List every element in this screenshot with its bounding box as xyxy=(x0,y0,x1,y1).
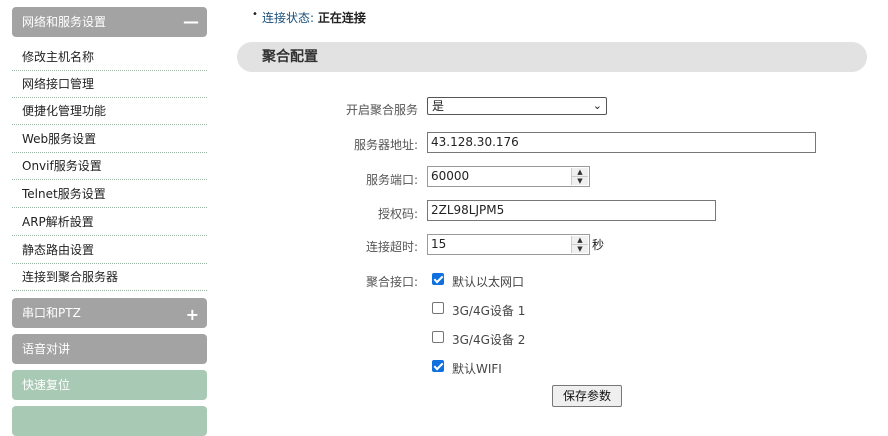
chevron-down-icon: ⌄ xyxy=(592,99,602,112)
service-port-stepper[interactable]: 60000 ▲ ▼ xyxy=(427,166,590,187)
timeout-stepper[interactable]: 15 ▲ ▼ xyxy=(427,234,590,255)
server-address-input[interactable]: 43.128.30.176 xyxy=(427,132,816,153)
connection-status: • 连接状态: 正在连接 xyxy=(252,9,366,26)
sidebar-item-label: 网络接口管理 xyxy=(22,77,95,91)
stepper-down-icon[interactable]: ▼ xyxy=(572,177,588,185)
sidebar-group-reset-label: 快速复位 xyxy=(22,378,71,392)
checkbox-4g-1[interactable] xyxy=(432,302,444,314)
sidebar-item-label: Onvif服务设置 xyxy=(22,159,102,173)
sidebar-item-network-interface[interactable]: 网络接口管理 xyxy=(12,71,207,98)
auth-code-label: 授权码: xyxy=(377,207,418,221)
checkbox-4g-2[interactable] xyxy=(432,331,444,343)
sidebar-item-label: Telnet服务设置 xyxy=(22,187,106,201)
interfaces-label: 聚合接口: xyxy=(365,275,418,289)
stepper-arrows[interactable]: ▲ ▼ xyxy=(571,236,588,253)
timeout-label: 连接超时: xyxy=(365,240,418,254)
checkbox-ethernet[interactable] xyxy=(432,273,444,285)
auth-code-input[interactable]: 2ZL98LJPM5 xyxy=(427,200,716,221)
enable-label: 开启聚合服务 xyxy=(345,103,418,117)
sidebar-item-telnet-service[interactable]: Telnet服务设置 xyxy=(12,181,207,208)
sidebar-group-voice[interactable]: 语音对讲 xyxy=(12,334,207,364)
checkbox-wifi[interactable] xyxy=(432,360,444,372)
sidebar: 网络和服务设置 — 修改主机名称 网络接口管理 便捷化管理功能 Web服务设置 … xyxy=(0,0,215,436)
expand-icon[interactable]: + xyxy=(186,300,199,330)
sidebar-item-label: ARP解析設置 xyxy=(22,215,94,229)
bullet-icon: • xyxy=(252,9,258,20)
sidebar-item-convenient-management[interactable]: 便捷化管理功能 xyxy=(12,98,207,125)
enable-select[interactable]: 是 ⌄ xyxy=(427,97,607,115)
sidebar-item-hostname[interactable]: 修改主机名称 xyxy=(12,44,207,71)
sidebar-item-label: 静态路由设置 xyxy=(22,243,95,257)
section-title: 聚合配置 xyxy=(262,49,318,65)
stepper-up-icon[interactable]: ▲ xyxy=(572,236,588,245)
checkbox-4g-2-label: 3G/4G设备 2 xyxy=(452,333,526,347)
checkbox-wifi-label: 默认WIFI xyxy=(452,362,502,376)
status-label: 连接状态: xyxy=(262,11,315,25)
save-button[interactable]: 保存参数 xyxy=(552,385,622,407)
sidebar-item-onvif-service[interactable]: Onvif服务设置 xyxy=(12,153,207,180)
service-port-value: 60000 xyxy=(431,169,470,183)
service-port-label: 服务端口: xyxy=(365,173,418,187)
timeout-unit: 秒 xyxy=(592,238,605,252)
stepper-up-icon[interactable]: ▲ xyxy=(572,168,588,177)
stepper-arrows[interactable]: ▲ ▼ xyxy=(571,168,588,185)
sidebar-item-label: 连接到聚合服务器 xyxy=(22,270,119,284)
sidebar-group-serial-ptz[interactable]: 串口和PTZ + xyxy=(12,298,207,328)
sidebar-group-next[interactable] xyxy=(12,406,207,436)
sidebar-group-serial-label: 串口和PTZ xyxy=(22,306,81,320)
sidebar-group-voice-label: 语音对讲 xyxy=(22,342,71,356)
server-address-label: 服务器地址: xyxy=(353,138,418,152)
sidebar-item-aggregation-server[interactable]: 连接到聚合服务器 xyxy=(12,264,207,291)
sidebar-item-web-service[interactable]: Web服务设置 xyxy=(12,126,207,153)
sidebar-group-network[interactable]: 网络和服务设置 — xyxy=(12,7,207,37)
status-value: 正在连接 xyxy=(317,11,366,25)
sidebar-group-quick-reset[interactable]: 快速复位 xyxy=(12,370,207,400)
section-header: 聚合配置 xyxy=(237,42,867,72)
timeout-value: 15 xyxy=(431,237,447,251)
checkbox-ethernet-label: 默认以太网口 xyxy=(452,275,525,289)
sidebar-group-network-label: 网络和服务设置 xyxy=(22,15,107,29)
sidebar-item-arp[interactable]: ARP解析設置 xyxy=(12,209,207,236)
stepper-down-icon[interactable]: ▼ xyxy=(572,245,588,253)
sidebar-item-label: 便捷化管理功能 xyxy=(22,104,107,118)
enable-select-value: 是 xyxy=(432,99,445,113)
collapse-icon[interactable]: — xyxy=(183,7,199,37)
sidebar-item-label: Web服务设置 xyxy=(22,132,97,146)
sidebar-item-label: 修改主机名称 xyxy=(22,50,95,64)
sidebar-item-static-route[interactable]: 静态路由设置 xyxy=(12,237,207,264)
checkbox-4g-1-label: 3G/4G设备 1 xyxy=(452,304,526,318)
